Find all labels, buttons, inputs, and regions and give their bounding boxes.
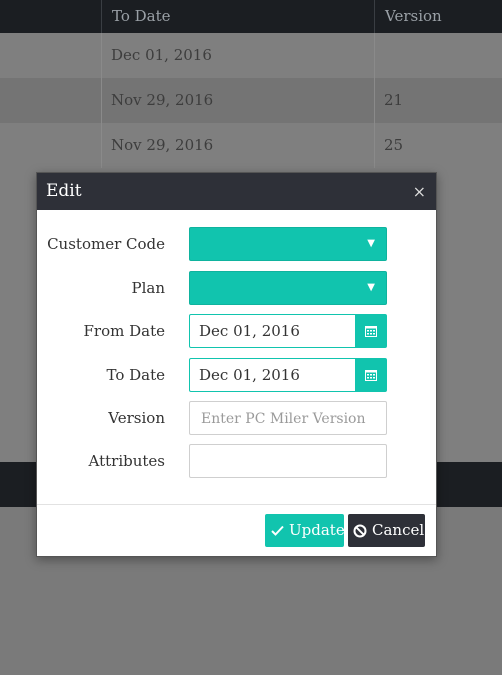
from-date-input[interactable]: Dec 01, 2016 <box>189 314 387 348</box>
column-header-to-date[interactable]: To Date <box>112 0 171 33</box>
to-date-label: To Date <box>106 366 165 384</box>
version-input[interactable] <box>199 402 383 436</box>
table-row[interactable]: Nov 29, 2016 21 <box>0 78 502 123</box>
cell-to-date: Nov 29, 2016 <box>111 136 214 154</box>
column-divider <box>101 123 102 168</box>
cell-version: 25 <box>384 136 404 154</box>
table-header: To Date Version <box>0 0 502 33</box>
to-date-value: Dec 01, 2016 <box>199 366 300 384</box>
calendar-icon[interactable] <box>355 359 386 391</box>
column-divider <box>101 33 102 78</box>
modal-title: Edit <box>46 181 82 201</box>
modal-header: Edit × <box>37 173 436 210</box>
table-row[interactable]: Nov 29, 2016 25 <box>0 123 502 168</box>
cell-to-date: Dec 01, 2016 <box>111 46 212 64</box>
cell-to-date: Nov 29, 2016 <box>111 91 214 109</box>
cancel-button[interactable]: Cancel <box>348 514 425 547</box>
cancel-button-label: Cancel <box>372 521 425 539</box>
column-divider <box>374 123 375 168</box>
ban-icon <box>353 524 367 538</box>
chevron-down-icon: ▼ <box>367 238 375 249</box>
table-row[interactable]: Dec 01, 2016 <box>0 33 502 78</box>
edit-modal: Edit × Customer Code ▼ Plan ▼ From Date … <box>36 172 437 557</box>
update-button-label: Update <box>289 521 345 539</box>
version-label: Version <box>108 409 165 427</box>
attributes-label: Attributes <box>88 452 165 470</box>
plan-select[interactable]: ▼ <box>189 271 387 305</box>
from-date-value: Dec 01, 2016 <box>199 322 300 340</box>
attributes-row: Attributes <box>37 444 436 479</box>
to-date-input[interactable]: Dec 01, 2016 <box>189 358 387 392</box>
close-icon[interactable]: × <box>413 173 426 210</box>
customer-code-row: Customer Code ▼ <box>37 227 436 261</box>
calendar-icon[interactable] <box>355 315 386 347</box>
modal-footer-divider <box>37 504 436 505</box>
column-header-version[interactable]: Version <box>385 0 442 33</box>
customer-code-label: Customer Code <box>47 235 165 253</box>
column-divider <box>101 0 102 33</box>
from-date-row: From Date Dec 01, 2016 <box>37 314 436 348</box>
chevron-down-icon: ▼ <box>367 282 375 293</box>
version-row: Version <box>37 401 436 436</box>
column-divider <box>374 0 375 33</box>
column-divider <box>374 33 375 78</box>
plan-row: Plan ▼ <box>37 271 436 305</box>
to-date-row: To Date Dec 01, 2016 <box>37 358 436 392</box>
cell-version: 21 <box>384 91 404 109</box>
attributes-field <box>189 444 387 479</box>
check-icon <box>271 525 284 536</box>
update-button[interactable]: Update <box>265 514 345 547</box>
column-divider <box>101 78 102 123</box>
version-field <box>189 401 387 436</box>
column-divider <box>374 78 375 123</box>
from-date-label: From Date <box>83 322 165 340</box>
plan-label: Plan <box>131 279 166 297</box>
attributes-input[interactable] <box>199 445 383 479</box>
customer-code-select[interactable]: ▼ <box>189 227 387 261</box>
